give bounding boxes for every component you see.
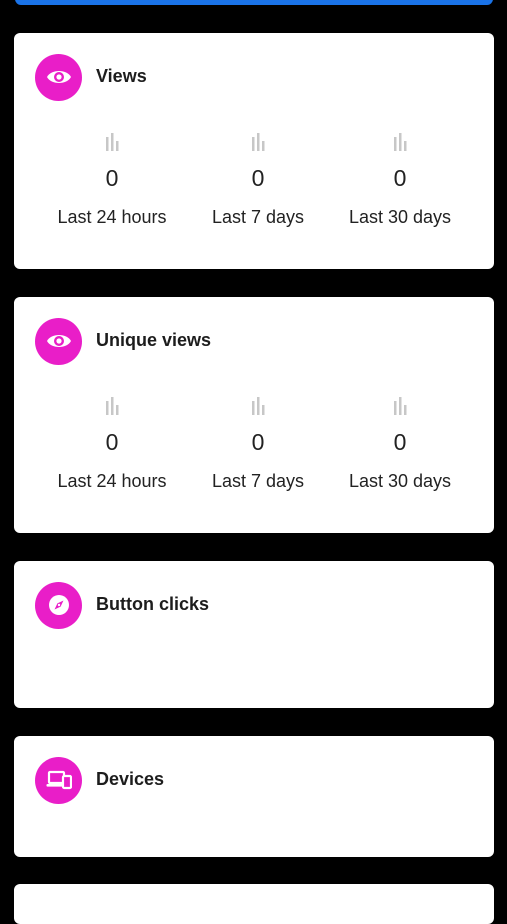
stat-label: Last 24 hours — [57, 207, 167, 227]
views-card-title: Views — [96, 65, 147, 86]
stat-value: 0 — [393, 165, 407, 191]
next-card — [14, 884, 494, 924]
unique-views-card-header: Unique views — [35, 317, 211, 365]
bar-chart-icon — [106, 397, 119, 415]
bar-chart-icon — [252, 133, 265, 151]
devices-icon — [35, 756, 82, 804]
stat-value: 0 — [251, 165, 265, 191]
stat-label: Last 7 days — [211, 207, 305, 227]
unique-views-card: Unique views 0 Last 24 hours 0 Last 7 da… — [14, 297, 494, 533]
bar-chart-icon — [394, 133, 407, 151]
button-clicks-card-header: Button clicks — [35, 581, 209, 629]
bar-chart-icon — [394, 397, 407, 415]
unique-views-stat-7d: 0 Last 7 days — [178, 397, 338, 492]
views-stat-7d: 0 Last 7 days — [178, 133, 338, 228]
stat-label: Last 24 hours — [57, 471, 167, 491]
unique-views-stat-24h: 0 Last 24 hours — [32, 397, 192, 492]
stat-label: Last 7 days — [211, 471, 305, 491]
devices-card-header: Devices — [35, 756, 164, 804]
button-clicks-card: Button clicks — [14, 561, 494, 708]
unique-views-stat-30d: 0 Last 30 days — [320, 397, 480, 492]
stat-value: 0 — [393, 429, 407, 455]
views-stat-30d: 0 Last 30 days — [320, 133, 480, 228]
stat-value: 0 — [105, 429, 119, 455]
eye-icon — [35, 317, 82, 365]
bar-chart-icon — [252, 397, 265, 415]
unique-views-card-title: Unique views — [96, 329, 212, 350]
devices-card: Devices — [14, 736, 494, 857]
bar-chart-icon — [106, 133, 119, 151]
views-stat-24h: 0 Last 24 hours — [32, 133, 192, 228]
stat-value: 0 — [105, 165, 119, 191]
eye-icon — [35, 53, 82, 101]
compass-icon — [35, 581, 82, 629]
devices-card-title: Devices — [96, 768, 165, 789]
stat-label: Last 30 days — [348, 471, 452, 491]
top-blue-bar — [15, 0, 493, 5]
stat-label: Last 30 days — [348, 207, 452, 227]
stat-value: 0 — [251, 429, 265, 455]
views-card-header: Views — [35, 53, 147, 101]
views-card: Views 0 Last 24 hours 0 Last 7 days 0 La… — [14, 33, 494, 269]
button-clicks-card-title: Button clicks — [96, 593, 210, 614]
